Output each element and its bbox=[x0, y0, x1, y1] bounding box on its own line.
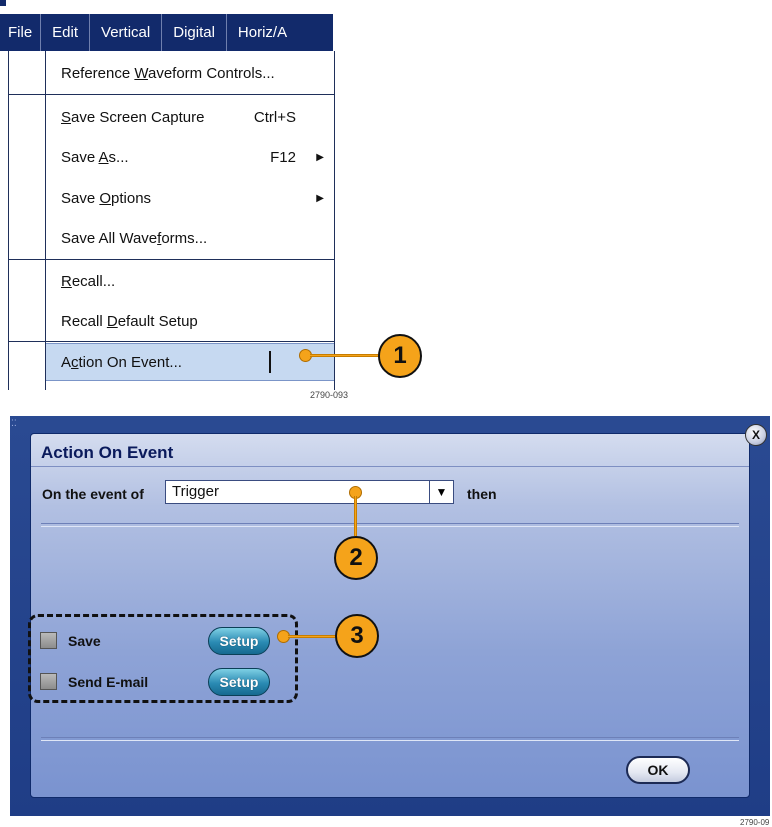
save-label: Save bbox=[68, 633, 101, 649]
menu-icon-gutter bbox=[9, 51, 46, 390]
callout-1-leader bbox=[310, 354, 380, 357]
menu-edit[interactable]: Edit bbox=[41, 14, 91, 51]
menu-item-shortcut: Ctrl+S bbox=[253, 109, 296, 126]
menu-horiz-acq[interactable]: Horiz/A bbox=[227, 14, 298, 51]
menu-item-reference-waveform-controls[interactable]: Reference Waveform Controls... bbox=[46, 55, 334, 92]
menu-item-save-options[interactable]: Save Options ▶ bbox=[46, 180, 334, 217]
menu-item-label: Save Options bbox=[61, 190, 152, 207]
dialog-title: Action On Event bbox=[41, 443, 174, 462]
menu-item-label: Recall... bbox=[61, 273, 116, 290]
menu-item-label: Save All Waveforms... bbox=[61, 230, 208, 247]
menu-file[interactable]: File bbox=[0, 14, 42, 51]
submenu-arrow-icon: ▶ bbox=[316, 193, 324, 204]
callout-2-leader bbox=[354, 496, 357, 536]
send-email-checkbox[interactable] bbox=[40, 673, 57, 690]
menu-vertical[interactable]: Vertical bbox=[90, 14, 163, 51]
menu-separator bbox=[9, 341, 334, 342]
chevron-down-icon[interactable]: ▼ bbox=[429, 480, 454, 504]
menu-item-label: Save As... bbox=[61, 149, 129, 166]
callout-1: 1 bbox=[378, 334, 422, 378]
text-cursor-icon bbox=[269, 351, 271, 373]
menu-item-save-screen-capture[interactable]: Save Screen Capture Ctrl+S bbox=[46, 99, 334, 136]
send-email-setup-button[interactable]: Setup bbox=[208, 668, 270, 696]
menu-item-label: Recall Default Setup bbox=[61, 313, 198, 330]
event-select[interactable]: Trigger bbox=[165, 480, 451, 504]
menu-item-recall[interactable]: Recall... bbox=[46, 263, 334, 300]
menu-item-save-as[interactable]: Save As... F12 ▶ bbox=[46, 139, 334, 176]
then-label: then bbox=[467, 486, 497, 502]
menu-separator bbox=[9, 94, 334, 95]
callout-2: 2 bbox=[334, 536, 378, 580]
title-separator bbox=[31, 466, 749, 467]
send-email-label: Send E-mail bbox=[68, 674, 149, 690]
close-icon[interactable]: X bbox=[745, 424, 767, 446]
menu-separator bbox=[9, 259, 334, 260]
menu-item-label: Reference Waveform Controls... bbox=[61, 65, 275, 82]
menu-item-recall-default-setup[interactable]: Recall Default Setup bbox=[46, 303, 334, 340]
callout-3-leader bbox=[288, 635, 338, 638]
menu-item-save-all-waveforms[interactable]: Save All Waveforms... bbox=[46, 220, 334, 257]
action-on-event-panel: Action On Event On the event of Trigger … bbox=[28, 433, 750, 798]
menubar: File Edit Vertical Digital Horiz/A bbox=[0, 14, 333, 51]
callout-3: 3 bbox=[335, 614, 379, 658]
menu-item-label: Save Screen Capture bbox=[61, 109, 205, 126]
file-menu-dropdown: Reference Waveform Controls... Save Scre… bbox=[8, 51, 335, 390]
menu-item-shortcut: F12 bbox=[270, 149, 296, 166]
drag-grip-icon[interactable]: ⁚⁚ bbox=[11, 418, 19, 428]
action-on-event-window: Action On Event On the event of Trigger … bbox=[10, 416, 770, 816]
menu-item-action-on-event[interactable]: Action On Event... bbox=[46, 343, 334, 381]
ok-button[interactable]: OK bbox=[626, 756, 690, 784]
submenu-arrow-icon: ▶ bbox=[316, 152, 324, 163]
menubar-corner bbox=[0, 0, 6, 6]
figure-reference: 2790-093 bbox=[310, 390, 349, 400]
menu-digital[interactable]: Digital bbox=[162, 14, 227, 51]
section-divider bbox=[41, 523, 739, 527]
save-checkbox[interactable] bbox=[40, 632, 57, 649]
footer-divider bbox=[41, 737, 739, 741]
save-setup-button[interactable]: Setup bbox=[208, 627, 270, 655]
menu-item-label: Action On Event... bbox=[61, 353, 182, 371]
event-label: On the event of bbox=[42, 486, 144, 502]
